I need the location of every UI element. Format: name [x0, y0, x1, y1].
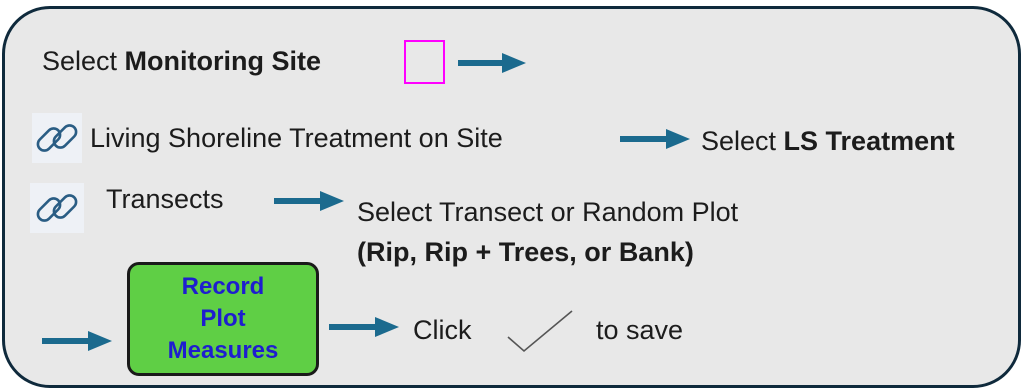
select-transect-text: Select Transect or Random Plot [357, 197, 739, 227]
step1-prefix: Select [42, 46, 125, 76]
living-shoreline-treatment-label: Living Shoreline Treatment on Site [90, 123, 503, 153]
select-monitoring-site-text: Select Monitoring Site [42, 45, 321, 77]
record-plot-measures-button[interactable]: Record Plot Measures [127, 262, 319, 376]
transect-options-text: (Rip, Rip + Trees, or Bank) [357, 237, 694, 267]
record-button-line-2: Plot [200, 305, 246, 332]
monitoring-site-selector-box[interactable] [404, 40, 445, 84]
arrow-right-icon [458, 53, 526, 73]
click-label: Click [413, 315, 472, 345]
record-button-line-1: Record [181, 273, 265, 300]
select-ls-treatment-text: Select LS Treatment [701, 125, 955, 157]
monitoring-site-label: Monitoring Site [124, 46, 322, 76]
record-button-line-3: Measures [167, 337, 279, 364]
arrow-right-icon [620, 129, 690, 149]
arrow-right-icon [42, 331, 112, 351]
to-save-label: to save [596, 315, 684, 345]
arrow-right-icon [329, 317, 399, 337]
link-icon[interactable] [32, 113, 82, 163]
checkmark-icon[interactable] [506, 309, 576, 353]
ls-treatment-label: LS Treatment [783, 126, 955, 156]
step2-result-prefix: Select [701, 126, 784, 156]
transects-label: Transects [106, 184, 224, 214]
link-icon[interactable] [30, 183, 84, 233]
workflow-diagram: Select Monitoring Site Living Shoreline … [0, 0, 1029, 392]
arrow-right-icon [274, 191, 344, 211]
